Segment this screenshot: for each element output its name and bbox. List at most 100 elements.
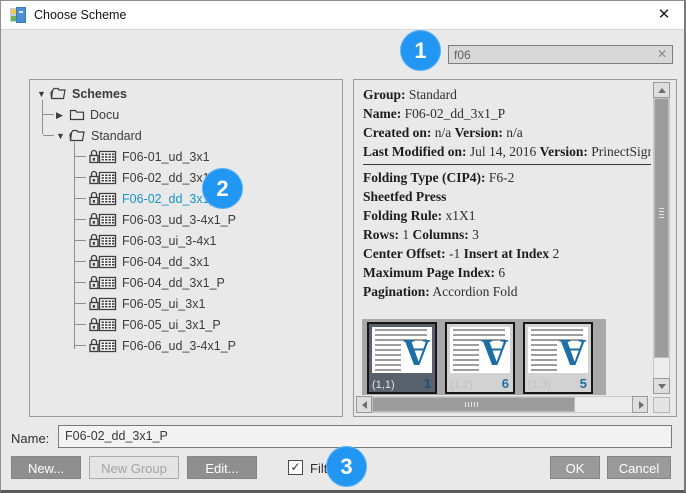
rotated-letter-glyph: A [403, 333, 430, 371]
tree-item-scheme[interactable]: F06-06_ud_3-4x1_P [30, 335, 342, 356]
scroll-right-button[interactable] [632, 396, 648, 413]
horizontal-scrollbar[interactable] [356, 396, 648, 413]
cancel-button[interactable]: Cancel [607, 456, 671, 479]
tree-branch-line [75, 219, 86, 220]
scheme-icon [88, 149, 117, 164]
tree-item-label: F06-02_dd_3x1 [122, 171, 210, 185]
detail-line: Created on: n/a Version: n/a [363, 123, 651, 142]
tree-branch-line [75, 345, 86, 346]
page-preview: A [450, 327, 510, 373]
tree-item-scheme[interactable]: F06-03_ud_3-4x1_P [30, 209, 342, 230]
scheme-icon [88, 170, 117, 185]
tree-item-label: Docu [90, 108, 119, 122]
clear-search-icon[interactable]: ✕ [657, 47, 667, 61]
tree-item-folder[interactable]: ▼ Standard [30, 125, 342, 146]
detail-line: Last Modified on: Jul 14, 2016 Version: … [363, 142, 651, 161]
tree-item-scheme[interactable]: F06-05_ui_3x1_P [30, 314, 342, 335]
scheme-icon [88, 338, 117, 353]
tree-item-scheme[interactable]: F06-02_dd_3x1 [30, 167, 342, 188]
new-button[interactable]: New... [11, 456, 81, 479]
search-input[interactable]: f06 ✕ [448, 45, 673, 64]
scheme-details: Group: StandardName: F06-02_dd_3x1_PCrea… [363, 85, 651, 301]
tree-branch-line [75, 303, 86, 304]
annotation-circle-3: 3 [326, 446, 367, 487]
thumbnail-caption: (1,2) 6 [450, 376, 509, 391]
detail-line: Pagination: Accordion Fold [363, 282, 651, 301]
edit-button[interactable]: Edit... [187, 456, 257, 479]
tree-item-scheme[interactable]: F06-01_ud_3x1 [30, 146, 342, 167]
tree-item-label: F06-04_dd_3x1_P [122, 276, 225, 290]
tree-branch-line [75, 261, 86, 262]
page-thumbnail[interactable]: A (1,2) 6 [445, 322, 515, 394]
folder-closed-icon [69, 108, 85, 121]
ok-button[interactable]: OK [550, 456, 600, 479]
tree-branch-line [43, 135, 54, 136]
tree-branch-line [75, 177, 86, 178]
expander-down-icon[interactable]: ▼ [37, 89, 47, 99]
folder-open-icon [50, 87, 67, 100]
thumbnail-caption: (1,3) 5 [528, 376, 587, 391]
scheme-details-panel: Group: StandardName: F06-02_dd_3x1_PCrea… [353, 79, 677, 417]
scheme-icon [88, 317, 117, 332]
tree-item-label: Schemes [72, 87, 127, 101]
scroll-up-button[interactable] [653, 82, 670, 98]
detail-line: Maximum Page Index: 6 [363, 263, 651, 282]
page-thumbnail[interactable]: A (1,3) 5 [523, 322, 593, 394]
tree-item-label: F06-01_ud_3x1 [122, 150, 210, 164]
tree-branch-line [75, 282, 86, 283]
tree-item-scheme[interactable]: F06-04_dd_3x1 [30, 251, 342, 272]
page-number: 5 [580, 376, 587, 391]
vertical-scroll-track[interactable] [653, 98, 670, 378]
folder-open-icon [69, 129, 86, 142]
thumbnail-strip: A (1,1) 1 A (1,2) 6 A (1,3) 5 [362, 319, 606, 395]
tree-branch-line [75, 156, 86, 157]
cell-coordinate: (1,2) [450, 379, 473, 391]
detail-line: Group: Standard [363, 85, 651, 104]
page-text-lines [375, 344, 401, 371]
scroll-down-button[interactable] [653, 378, 670, 394]
expander-down-icon[interactable]: ▼ [56, 131, 66, 141]
triangle-up-icon [658, 88, 666, 93]
tree-item-label: F06-06_ud_3-4x1_P [122, 339, 236, 353]
name-input[interactable]: F06-02_dd_3x1_P [58, 425, 672, 448]
page-thumbnail[interactable]: A (1,1) 1 [367, 322, 437, 394]
scheme-tree-panel: ▼ Schemes▶ Docu▼ Standard F06-01_ud_3x1 … [29, 79, 343, 417]
horizontal-scroll-thumb[interactable] [372, 397, 575, 412]
vertical-scroll-thumb[interactable] [654, 98, 669, 358]
detail-line: Folding Rule: x1X1 [363, 206, 651, 225]
triangle-right-icon [639, 401, 644, 409]
tree-branch-line [75, 240, 86, 241]
cell-coordinate: (1,1) [372, 379, 395, 391]
detail-line: Sheetfed Press [363, 187, 651, 206]
tree-item-scheme[interactable]: F06-02_dd_3x1_P [30, 188, 342, 209]
tree-item-scheme[interactable]: F06-05_ui_3x1 [30, 293, 342, 314]
new-group-button[interactable]: New Group [89, 456, 179, 479]
scheme-icon [88, 191, 117, 206]
tree-branch-line [75, 324, 86, 325]
triangle-down-icon [658, 384, 666, 389]
tree-item-label: Standard [91, 129, 142, 143]
dialog-title: Choose Scheme [34, 8, 126, 22]
tree-item-folder[interactable]: ▶ Docu [30, 104, 342, 125]
close-icon[interactable]: ✕ [655, 6, 673, 24]
tree-item-scheme[interactable]: F06-03_ui_3-4x1 [30, 230, 342, 251]
scroll-left-button[interactable] [356, 396, 372, 413]
tree-item-label: F06-05_ui_3x1_P [122, 318, 221, 332]
page-preview: A [528, 327, 588, 373]
tree-item-folder[interactable]: ▼ Schemes [30, 83, 342, 104]
scheme-icon [88, 296, 117, 311]
tree-branch-line [75, 198, 86, 199]
annotation-circle-2: 2 [202, 168, 243, 209]
horizontal-scroll-track[interactable] [372, 396, 632, 413]
page-text-lines [531, 344, 557, 371]
tree-branch-line [43, 114, 54, 115]
expander-right-icon[interactable]: ▶ [56, 110, 66, 120]
vertical-scrollbar[interactable] [653, 82, 670, 394]
choose-scheme-dialog: Choose Scheme ✕ f06 ✕ ▼ Schemes▶ Docu▼ S… [0, 0, 686, 493]
detail-line: Name: F06-02_dd_3x1_P [363, 104, 651, 123]
annotation-circle-1: 1 [400, 30, 441, 71]
scheme-tree: ▼ Schemes▶ Docu▼ Standard F06-01_ud_3x1 … [30, 83, 342, 356]
filter-checkbox[interactable]: ✓ [288, 460, 303, 475]
tree-item-scheme[interactable]: F06-04_dd_3x1_P [30, 272, 342, 293]
cell-coordinate: (1,3) [528, 379, 551, 391]
